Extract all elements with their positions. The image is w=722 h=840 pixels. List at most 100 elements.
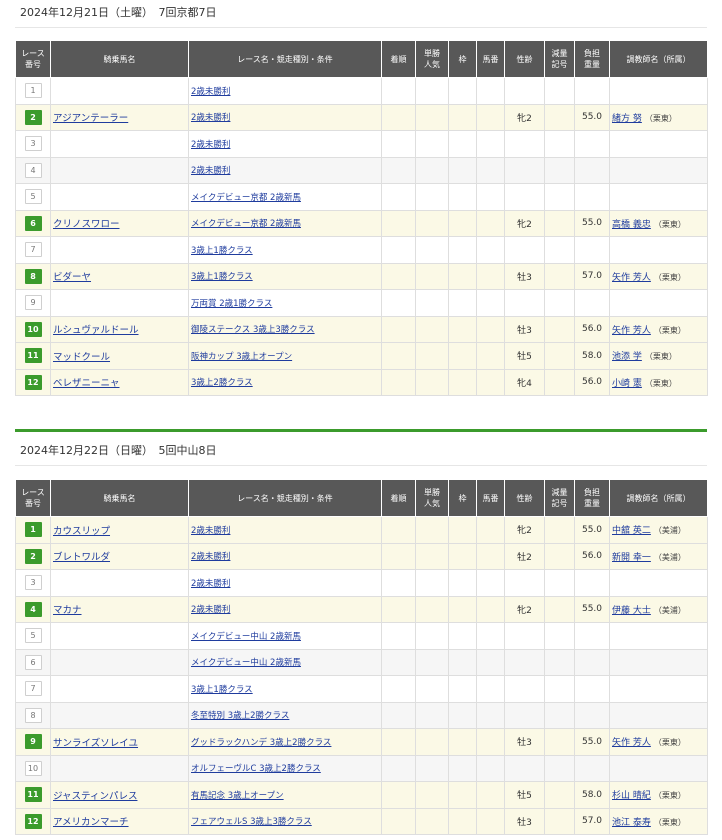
race-link[interactable]: グッドラックハンデ 3歳上2勝クラス xyxy=(191,738,331,748)
race-name-cell: 有馬記念 3歳上オープン xyxy=(188,781,382,809)
popularity-cell xyxy=(415,103,449,131)
race-link[interactable]: 3歳上2勝クラス xyxy=(191,378,253,388)
race-link[interactable]: 2歳未勝利 xyxy=(191,552,230,562)
horse-link[interactable]: ベレザニーニャ xyxy=(53,378,120,389)
popularity-cell xyxy=(415,675,449,703)
ride-table-day-1: レース 番号 騎乗馬名 レース名・競走種別・条件 着順 単勝 人気枠馬番 性齢 減量 記号負… xyxy=(15,40,708,396)
race-no-cell: 1 xyxy=(15,77,51,105)
popularity-cell xyxy=(415,368,449,396)
race-link[interactable]: 万両賞 2歳1勝クラス xyxy=(191,299,272,309)
table-row: 8 冬至特別 3歳上2勝クラス xyxy=(15,701,708,729)
finish-cell xyxy=(381,569,416,597)
title-divider-1 xyxy=(15,27,707,28)
race-name-cell: フェアウェルS 3歳上3勝クラス xyxy=(188,807,382,835)
race-link[interactable]: 2歳未勝利 xyxy=(191,166,230,176)
race-link[interactable]: メイクデビュー京都 2歳新馬 xyxy=(191,219,301,229)
race-link[interactable]: メイクデビュー中山 2歳新馬 xyxy=(191,632,301,642)
weight-cell: 55.0 xyxy=(574,103,610,131)
finish-cell xyxy=(381,289,416,317)
table-row: 5 メイクデビュー中山 2歳新馬 xyxy=(15,622,708,650)
frame-cell xyxy=(448,622,477,650)
sex-age-cell xyxy=(504,754,545,782)
weight-cell xyxy=(574,754,610,782)
race-link[interactable]: 2歳未勝利 xyxy=(191,605,230,615)
race-link[interactable]: 有馬記念 3歳上オープン xyxy=(191,791,284,801)
column-header-weight-mark: 減量 記号 xyxy=(544,479,575,517)
trainer-link[interactable]: 池江 泰寿 xyxy=(612,818,651,828)
race-link[interactable]: フェアウェルS 3歳上3勝クラス xyxy=(191,817,312,827)
race-name-cell: 御陵ステークス 3歳上3勝クラス xyxy=(188,315,382,343)
trainer-link[interactable]: 小崎 憲 xyxy=(612,379,642,389)
trainer-link[interactable]: 矢作 芳人 xyxy=(612,273,651,283)
table-row: 9 万両賞 2歳1勝クラス xyxy=(15,289,708,317)
column-header-weight-mark: 減量 記号 xyxy=(544,40,575,78)
race-no-cell: 7 xyxy=(15,675,51,703)
weight-cell: 57.0 xyxy=(574,807,610,835)
weight-cell: 55.0 xyxy=(574,595,610,623)
trainer-link[interactable]: 緒方 努 xyxy=(612,114,642,124)
horse-link[interactable]: サンライズソレイユ xyxy=(53,738,138,749)
race-link[interactable]: オルフェーヴルC 3歳上2勝クラス xyxy=(191,764,321,774)
race-number-badge: 3 xyxy=(24,575,42,591)
trainer-link[interactable]: 新開 幸一 xyxy=(612,553,651,563)
race-no-cell: 9 xyxy=(15,728,51,756)
trainer-cell xyxy=(609,156,708,184)
horse-link[interactable]: カウスリップ xyxy=(53,526,110,537)
table-row: 10 オルフェーヴルC 3歳上2勝クラス xyxy=(15,754,708,782)
table-row: 7 3歳上1勝クラス xyxy=(15,675,708,703)
horse-link[interactable]: ジャスティンパレス xyxy=(53,791,137,802)
trainer-link[interactable]: 矢作 芳人 xyxy=(612,738,651,748)
sex-age-cell: 牡2 xyxy=(504,542,545,570)
race-link[interactable]: 3歳上1勝クラス xyxy=(191,272,253,282)
trainer-cell xyxy=(609,622,708,650)
race-link[interactable]: メイクデビュー中山 2歳新馬 xyxy=(191,658,301,668)
race-number-badge: 5 xyxy=(24,189,42,205)
trainer-link[interactable]: 高橋 義忠 xyxy=(612,220,651,230)
race-link[interactable]: 2歳未勝利 xyxy=(191,526,230,536)
weight-cell xyxy=(574,183,610,211)
race-link[interactable]: 御陵ステークス 3歳上3勝クラス xyxy=(191,325,315,335)
race-number-badge: 11 xyxy=(24,787,42,803)
trainer-link[interactable]: 中舘 英二 xyxy=(612,526,651,536)
trainer-link[interactable]: 伊藤 大士 xyxy=(612,606,651,616)
horse-link[interactable]: ルシュヴァルドール xyxy=(53,325,139,336)
race-link[interactable]: 3歳上1勝クラス xyxy=(191,685,253,695)
sex-age-cell xyxy=(504,648,545,676)
trainer-affiliation: （栗東） xyxy=(653,738,686,748)
horse-link[interactable]: クリノスワロー xyxy=(53,219,120,230)
column-header-horse-no: 馬番 xyxy=(476,479,505,517)
finish-cell xyxy=(381,754,416,782)
race-link[interactable]: 2歳未勝利 xyxy=(191,113,230,123)
horse-link[interactable]: ビダーヤ xyxy=(53,272,91,283)
sex-age-cell xyxy=(504,675,545,703)
race-link[interactable]: 阪神カップ 3歳上オープン xyxy=(191,352,292,362)
finish-cell xyxy=(381,368,416,396)
trainer-link[interactable]: 池添 学 xyxy=(612,352,642,362)
race-link[interactable]: 2歳未勝利 xyxy=(191,87,230,97)
race-no-cell: 6 xyxy=(15,648,51,676)
race-link[interactable]: 冬至特別 3歳上2勝クラス xyxy=(191,711,289,721)
race-no-cell: 12 xyxy=(15,807,51,835)
trainer-cell xyxy=(609,701,708,729)
weight-cell xyxy=(574,622,610,650)
race-link[interactable]: 3歳上1勝クラス xyxy=(191,246,253,256)
race-name-cell: 万両賞 2歳1勝クラス xyxy=(188,289,382,317)
horse-link[interactable]: マカナ xyxy=(53,605,82,616)
horse-name-cell xyxy=(50,289,189,317)
horse-link[interactable]: アメリカンマーチ xyxy=(53,817,129,828)
table-row: 1 2歳未勝利 xyxy=(15,77,708,105)
trainer-link[interactable]: 杉山 晴紀 xyxy=(612,791,651,801)
race-link[interactable]: 2歳未勝利 xyxy=(191,579,230,589)
trainer-link[interactable]: 矢作 芳人 xyxy=(612,326,651,336)
popularity-cell xyxy=(415,728,449,756)
popularity-cell xyxy=(415,77,449,105)
race-link[interactable]: メイクデビュー京都 2歳新馬 xyxy=(191,193,301,203)
horse-link[interactable]: アジアンテーラー xyxy=(53,113,128,124)
weight-cell xyxy=(574,701,610,729)
horse-link[interactable]: ブレトワルダ xyxy=(53,552,110,563)
horse-name-cell: カウスリップ xyxy=(50,516,189,544)
horse-link[interactable]: マッドクール xyxy=(53,352,110,363)
weight-mark-cell xyxy=(544,342,575,370)
race-number-badge: 1 xyxy=(24,522,42,538)
race-link[interactable]: 2歳未勝利 xyxy=(191,140,230,150)
